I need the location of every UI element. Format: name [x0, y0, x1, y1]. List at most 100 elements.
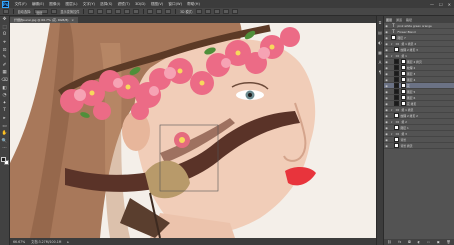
close-tab-icon[interactable]: ×	[71, 18, 74, 22]
menu-item[interactable]: 帮助(H)	[185, 2, 203, 7]
tool-icon[interactable]: ⌫	[1, 78, 7, 84]
tab-channels[interactable]: 通道	[396, 18, 402, 22]
visibility-eye-icon[interactable]: ◉	[385, 66, 388, 70]
photoshop-logo-icon[interactable]: Ps	[2, 0, 9, 8]
group-fold-icon[interactable]: ▾	[391, 42, 394, 46]
group-fold-icon[interactable]: ▾	[391, 120, 394, 124]
tab-paths[interactable]: 路径	[406, 18, 412, 22]
menu-item[interactable]: 滤镜(T)	[115, 2, 132, 7]
menu-item[interactable]: 窗口(W)	[166, 2, 185, 7]
tool-icon[interactable]: 🔍	[2, 139, 8, 145]
tool-icon[interactable]: ʘ	[2, 33, 8, 38]
history-icon[interactable]: ⧖	[379, 20, 382, 25]
menu-item[interactable]: 视图(V)	[148, 2, 166, 7]
visibility-eye-icon[interactable]: ◉	[385, 78, 388, 82]
3d-scale-icon[interactable]	[231, 9, 238, 14]
tool-icon[interactable]: ▭	[2, 124, 8, 129]
paragraph-icon[interactable]: ¶	[379, 70, 382, 75]
foreground-color[interactable]	[0, 156, 6, 162]
folder-icon[interactable]: ▭	[427, 240, 430, 244]
visibility-eye-icon[interactable]: ◉	[385, 84, 388, 88]
3d-pan-icon[interactable]	[213, 9, 220, 14]
tool-icon[interactable]: ⋯	[2, 147, 8, 152]
align-center-icon[interactable]	[123, 9, 130, 14]
swatches-icon[interactable]: ▦	[378, 50, 382, 55]
group-fold-icon[interactable]: ▾	[391, 132, 394, 136]
link-icon[interactable]: ⛓	[387, 240, 391, 244]
menu-item[interactable]: 文字(Y)	[80, 2, 97, 7]
menu-item[interactable]: 图层(L)	[63, 2, 80, 7]
layer-mask-thumbnail[interactable]	[400, 71, 406, 76]
visibility-eye-icon[interactable]: ◉	[385, 48, 388, 52]
layer-mask-thumbnail[interactable]	[400, 83, 406, 88]
properties-icon[interactable]: ▤	[378, 30, 382, 35]
mask-icon[interactable]: ◘	[408, 240, 411, 244]
trash-icon[interactable]: 🗑	[447, 240, 451, 244]
3d-slide-icon[interactable]	[222, 9, 229, 14]
status-arrow-icon[interactable]: ▸	[67, 240, 69, 244]
tool-icon[interactable]: T	[2, 109, 8, 114]
transform-controls-checkbox[interactable]	[51, 9, 58, 14]
distribute-icon[interactable]	[147, 9, 154, 14]
new-layer-icon[interactable]: ▣	[437, 240, 440, 244]
visibility-eye-icon[interactable]: ◉	[385, 60, 388, 64]
align-right-icon[interactable]	[132, 9, 139, 14]
layer-mask-thumbnail[interactable]	[400, 77, 406, 82]
layer-mask-thumbnail[interactable]	[400, 101, 406, 106]
menu-item[interactable]: 文件(F)	[12, 2, 29, 7]
menu-item[interactable]: 选择(S)	[98, 2, 115, 7]
align-top-icon[interactable]	[87, 9, 94, 14]
tool-icon[interactable]: ✋	[2, 131, 8, 137]
layer-mask-thumbnail[interactable]	[400, 89, 406, 94]
group-fold-icon[interactable]: ▾	[391, 108, 394, 112]
tab-layers[interactable]: 图层	[386, 18, 392, 22]
tool-icon[interactable]: ⊡	[2, 48, 8, 53]
visibility-eye-icon[interactable]: ◉	[385, 36, 388, 40]
layer-row[interactable]: ◉ 背景 拷贝	[384, 143, 454, 149]
layer-mask-thumbnail[interactable]	[400, 95, 406, 100]
tool-icon[interactable]: ◔	[2, 93, 8, 99]
menu-item[interactable]: 3D(D)	[132, 2, 148, 7]
fx-icon[interactable]: fx	[398, 240, 401, 244]
distribute-icon[interactable]	[156, 9, 163, 14]
visibility-eye-icon[interactable]: ◉	[385, 132, 388, 136]
align-middle-icon[interactable]	[96, 9, 103, 14]
tool-icon[interactable]: ⬚	[2, 25, 8, 31]
adjustments-icon[interactable]: ◐	[378, 40, 382, 45]
visibility-eye-icon[interactable]: ◉	[385, 114, 388, 118]
layer-mask-thumbnail[interactable]	[400, 65, 406, 70]
color-swatch[interactable]	[0, 156, 9, 166]
tool-icon[interactable]: ⌖	[2, 40, 8, 46]
character-icon[interactable]: A	[379, 60, 382, 65]
visibility-eye-icon[interactable]: ◉	[385, 138, 388, 142]
3d-roll-icon[interactable]	[204, 9, 211, 14]
align-left-icon[interactable]	[114, 9, 121, 14]
adjustment-icon[interactable]: ◐	[417, 240, 420, 244]
tool-icon[interactable]: ✦	[2, 101, 8, 107]
tool-icon[interactable]: ✐	[2, 63, 8, 69]
align-bottom-icon[interactable]	[105, 9, 112, 14]
visibility-eye-icon[interactable]: ◉	[385, 96, 388, 100]
visibility-eye-icon[interactable]: ◉	[385, 126, 388, 130]
tool-preset-picker[interactable]	[3, 9, 9, 14]
visibility-eye-icon[interactable]: ◉	[385, 24, 388, 28]
minimize-icon[interactable]: —	[430, 2, 434, 7]
visibility-eye-icon[interactable]: ◉	[385, 108, 388, 112]
canvas[interactable]	[10, 23, 376, 238]
close-window-icon[interactable]: ✕	[448, 2, 451, 7]
zoom-level[interactable]: 66.67%	[13, 240, 25, 244]
tool-icon[interactable]: ✥	[2, 18, 8, 23]
visibility-eye-icon[interactable]: ◉	[385, 54, 388, 58]
3d-rotate-icon[interactable]	[195, 9, 202, 14]
visibility-eye-icon[interactable]: ◉	[385, 72, 388, 76]
tool-icon[interactable]: ✎	[2, 55, 8, 61]
distribute-icon[interactable]	[165, 9, 172, 14]
menu-item[interactable]: 图像(I)	[47, 2, 63, 7]
auto-select-dropdown[interactable]: 图层	[34, 9, 49, 15]
visibility-eye-icon[interactable]: ◉	[385, 30, 388, 34]
visibility-eye-icon[interactable]: ◉	[385, 42, 388, 46]
tool-icon[interactable]: ▦	[2, 71, 8, 76]
layer-mask-thumbnail[interactable]	[400, 59, 406, 64]
visibility-eye-icon[interactable]: ◉	[385, 102, 388, 106]
menu-item[interactable]: 编辑(E)	[29, 2, 46, 7]
